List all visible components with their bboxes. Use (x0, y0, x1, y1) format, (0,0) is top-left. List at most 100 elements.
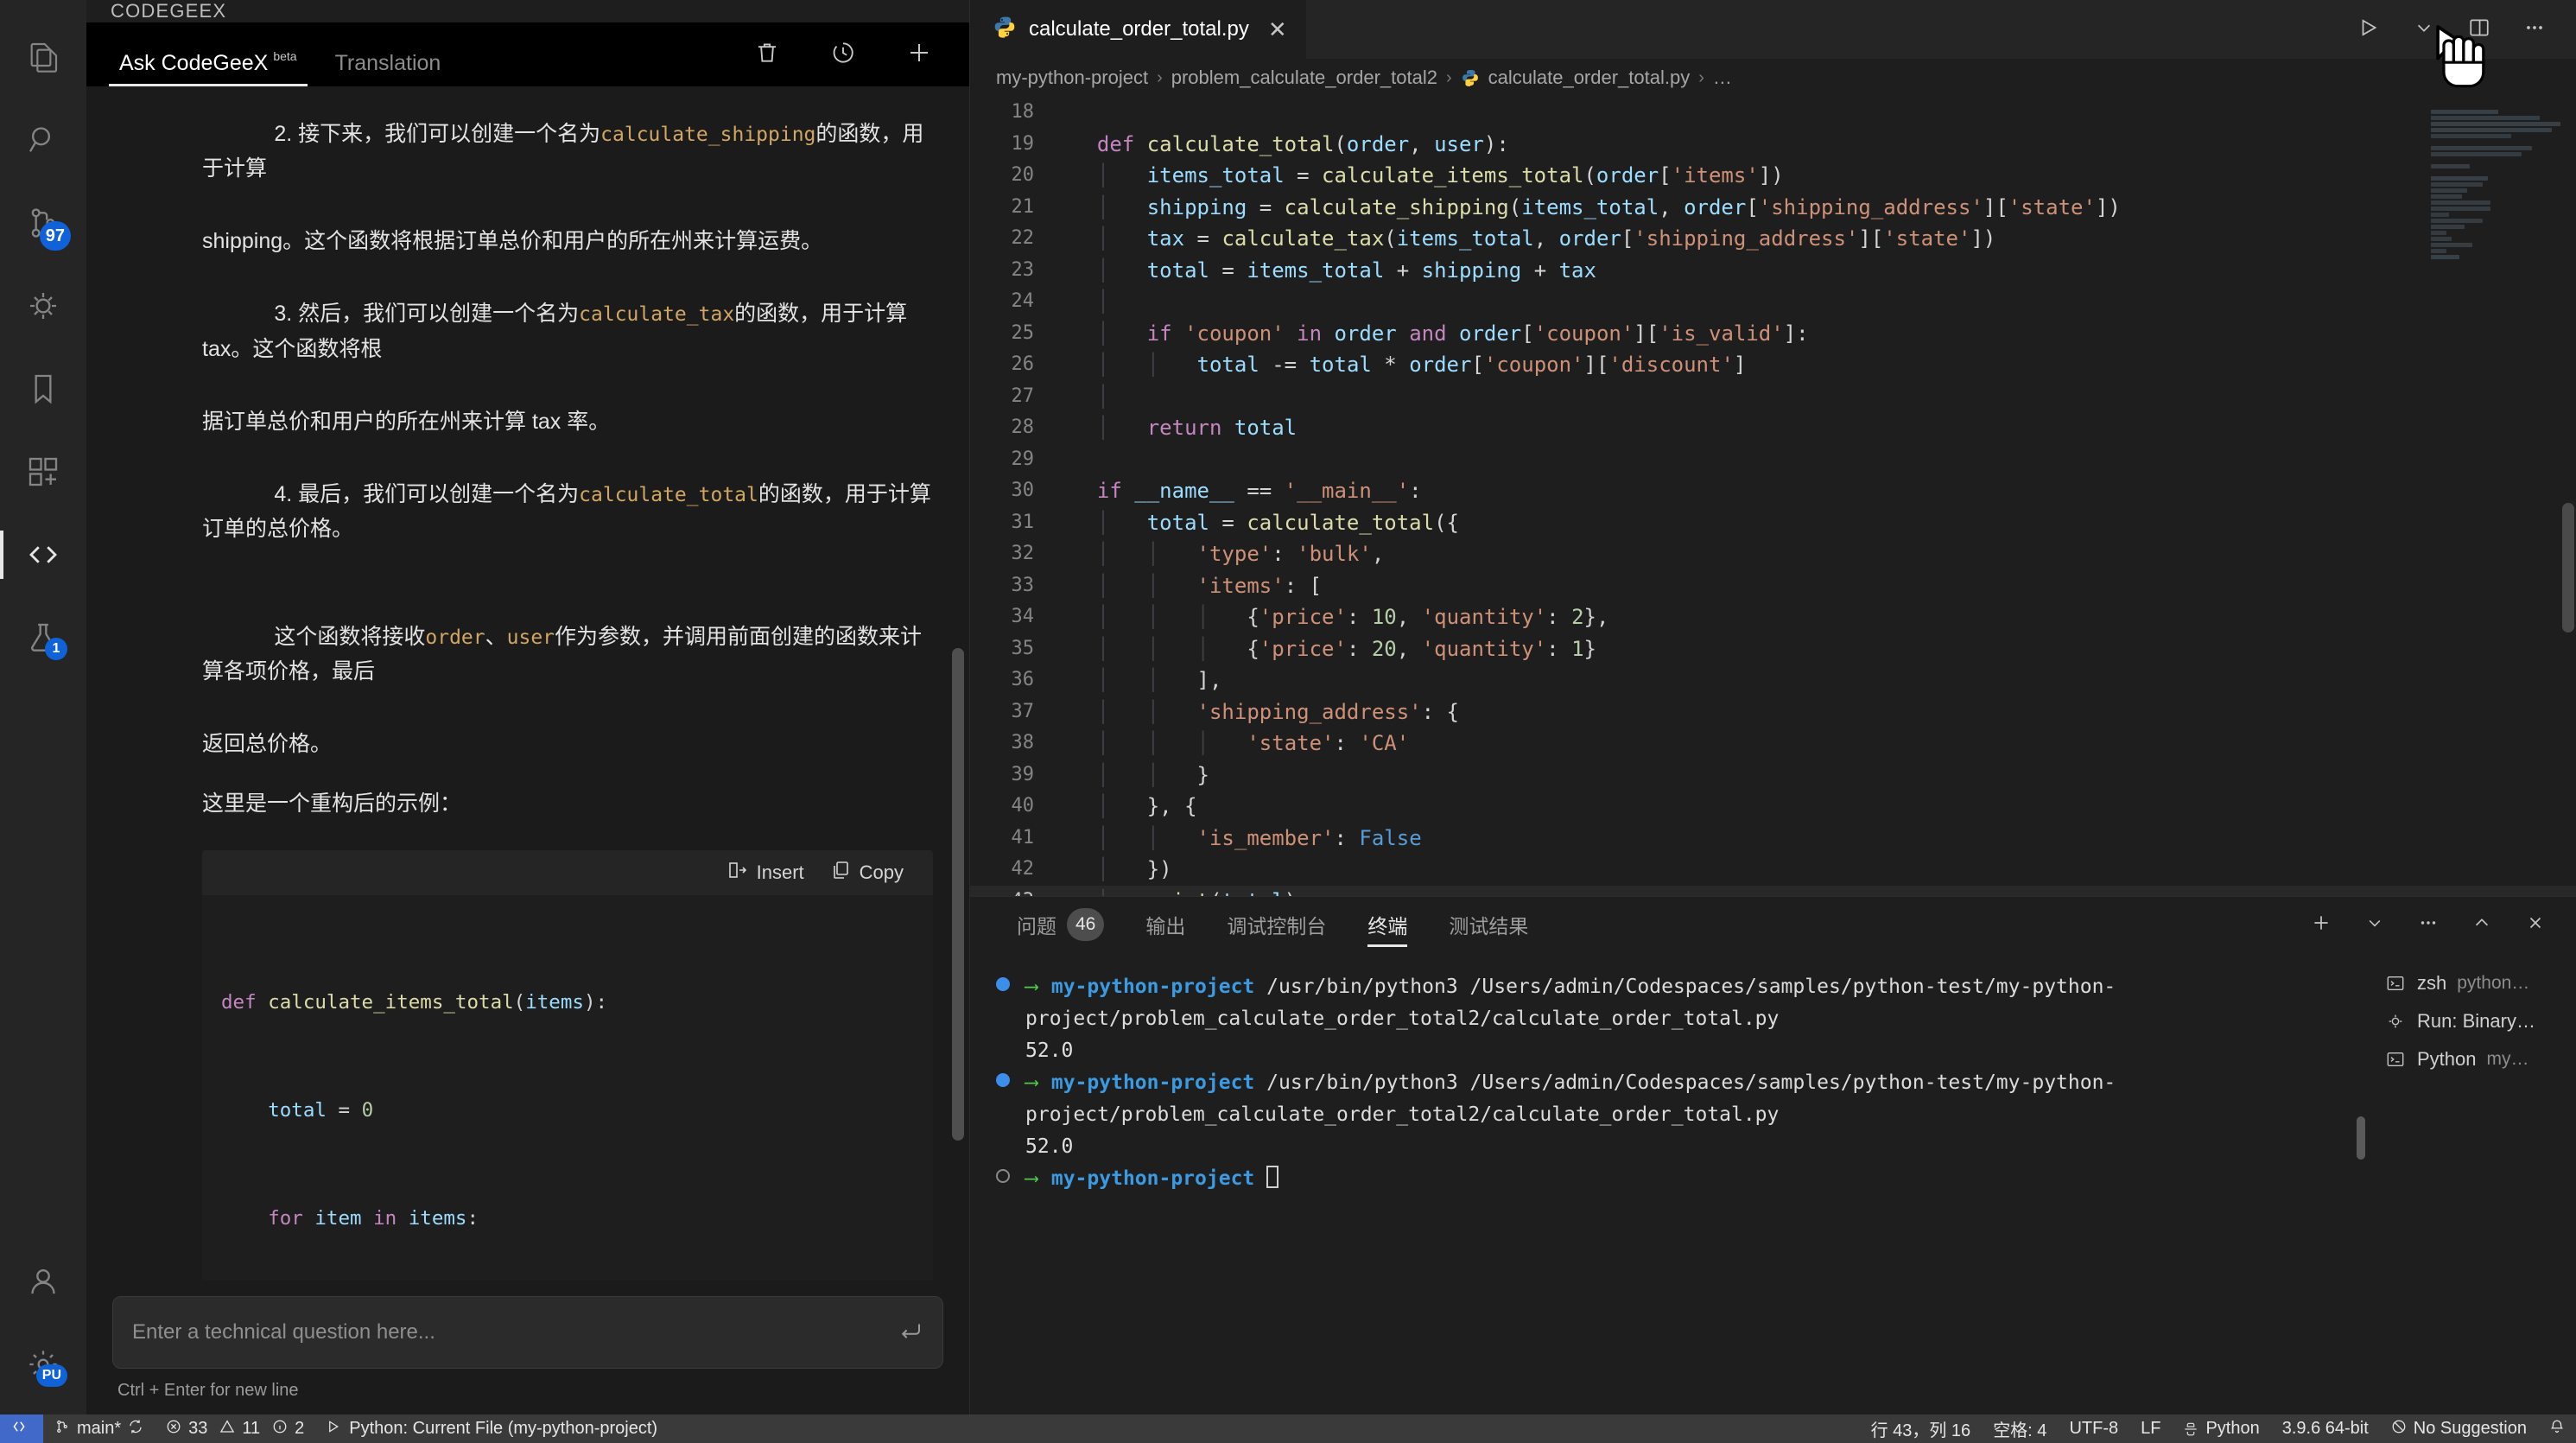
status-cursor-position[interactable]: 行 43，列 16 (1860, 1414, 1983, 1443)
status-problems-button[interactable]: 33 11 2 (155, 1414, 315, 1443)
ask-input-container[interactable]: Enter a technical question here... (112, 1296, 943, 1369)
tab-problems[interactable]: 问题 46 (996, 897, 1125, 952)
code-editor[interactable]: 18 19 def calculate_total(order, user): … (970, 97, 2576, 896)
sidebar-item-search[interactable] (0, 99, 86, 181)
minimap[interactable] (2431, 104, 2560, 289)
tab-output[interactable]: 输出 (1125, 897, 1206, 952)
chevron-down-icon (2366, 914, 2383, 936)
line-number: 28 (1011, 416, 1035, 438)
line-number: 19 (1011, 132, 1035, 155)
clear-conversation-button[interactable] (729, 22, 805, 86)
remote-indicator-button[interactable] (0, 1414, 43, 1443)
status-eol[interactable]: LF (2129, 1414, 2172, 1443)
status-python-interpreter[interactable]: 3.9.6 64-bit (2271, 1414, 2380, 1443)
more-actions-button[interactable] (2507, 0, 2562, 59)
code-line: 35 │ │ │ {'price': 20, 'quantity': 1} (970, 633, 2576, 665)
python-icon (1461, 68, 1480, 87)
insert-label: Insert (756, 861, 804, 883)
manage-settings-button[interactable]: PU (0, 1323, 86, 1406)
tab-debug-console[interactable]: 调试控制台 (1206, 897, 1347, 952)
tab-ask-codegeex[interactable]: Ask CodeGeeX beta (100, 50, 316, 86)
status-encoding[interactable]: UTF-8 (2058, 1414, 2129, 1443)
terminal-profile-dropdown[interactable] (2348, 897, 2402, 952)
code-line: 20 │ items_total = calculate_items_total… (970, 160, 2576, 192)
copy-code-button[interactable]: Copy (830, 860, 904, 886)
testing-badge: 1 (45, 638, 67, 660)
breadcrumb-item-folder[interactable]: problem_calculate_order_total2 (1171, 67, 1437, 89)
terminal-scrollbar[interactable] (2357, 1116, 2365, 1160)
tab-test-results[interactable]: 测试结果 (1428, 897, 1549, 952)
maximize-panel-button[interactable] (2455, 897, 2509, 952)
status-indentation[interactable]: 空格: 4 (1982, 1414, 2058, 1443)
terminal-output[interactable]: ⟶ my-python-project /usr/bin/python3 /Use… (970, 952, 2369, 1414)
status-run-config-button[interactable]: Python: Current File (my-python-project) (315, 1414, 669, 1443)
tab-terminal[interactable]: 终端 (1347, 897, 1428, 952)
line-number: 31 (1011, 511, 1035, 533)
status-notifications-button[interactable] (2538, 1414, 2576, 1443)
line-number: 41 (1011, 826, 1035, 849)
status-branch-button[interactable]: main* (43, 1414, 155, 1443)
new-terminal-button[interactable] (2294, 897, 2348, 952)
line-text: │ total = items_total + shipping + tax (1096, 257, 1596, 283)
line-number: 22 (1011, 227, 1035, 249)
terminal-prompt-active[interactable]: ⟶ my-python-project (994, 1163, 2344, 1195)
codeblock-code: def calculate_items_total(items): total … (202, 895, 933, 1281)
chat-messages-scroll[interactable]: 2. 接下来，我们可以创建一个名为calculate_shipping的函数，用… (86, 86, 969, 1281)
code-line: 26 │ │ total -= total * order['coupon'][… (970, 349, 2576, 381)
split-editor-button[interactable] (2452, 0, 2507, 59)
send-icon[interactable] (898, 1318, 923, 1348)
sidebar-item-source-control[interactable]: 97 (0, 181, 86, 264)
editor-tab-actions (2341, 0, 2576, 59)
editor-scrollbar[interactable] (2562, 503, 2574, 633)
run-python-file-button[interactable] (2341, 0, 2396, 59)
sidebar-item-run-and-debug[interactable] (0, 264, 86, 347)
chat-paragraph: 据订单总价和用户的所在州来计算 tax 率。 (202, 409, 611, 434)
history-button[interactable] (805, 22, 881, 86)
sidebar-item-testing[interactable]: 1 (0, 596, 86, 679)
terminal-list-item-python[interactable]: Python my… (2377, 1040, 2576, 1078)
line-number: 34 (1011, 606, 1035, 627)
remote-icon (11, 1419, 27, 1440)
command-status-dot (994, 1067, 1018, 1099)
line-text: │ │ total -= total * order['coupon']['di… (1096, 353, 1747, 377)
chat-scrollbar[interactable] (952, 648, 964, 1141)
line-number: 38 (1011, 732, 1035, 753)
breadcrumb-item-symbol[interactable]: … (1713, 67, 1732, 89)
sidebar-item-explorer[interactable] (0, 16, 86, 99)
status-no-suggestion[interactable]: No Suggestion (2380, 1414, 2538, 1443)
status-language-mode[interactable]: Python (2172, 1414, 2270, 1443)
terminal-cursor (1266, 1166, 1279, 1188)
terminal-list-item-run-binary[interactable]: Run: Binary… (2377, 1002, 2576, 1040)
terminal-icon (2384, 1050, 2407, 1069)
sidebar-item-codegeex[interactable] (0, 513, 86, 596)
run-dropdown-button[interactable] (2396, 0, 2452, 59)
breadcrumb-item-project[interactable]: my-python-project (996, 67, 1148, 89)
sidebar-item-extensions[interactable] (0, 430, 86, 513)
panel-more-actions-button[interactable] (2402, 897, 2455, 952)
settings-badge: PU (35, 1364, 67, 1387)
chat-paragraph: 4. 最后，我们可以创建一个名为calculate_total的函数，用于计算订… (202, 442, 933, 582)
codeblock-toolbar: Insert Copy (202, 850, 933, 895)
code-line: 38 │ │ │ 'state': 'CA' (970, 728, 2576, 760)
code-line: 24 │ (970, 286, 2576, 318)
insert-code-button[interactable]: Insert (727, 860, 804, 886)
editor-tab-calculate-order-total[interactable]: calculate_order_total.py ✕ (970, 0, 1307, 59)
breadcrumb-item-file[interactable]: calculate_order_total.py (1488, 67, 1691, 89)
line-text: │ │ ], (1096, 668, 1222, 692)
line-number: 43 (970, 886, 1053, 897)
terminal-list-item-zsh[interactable]: zsh python… (2377, 964, 2576, 1002)
accounts-button[interactable] (0, 1240, 86, 1323)
sidebar-item-bookmarks[interactable] (0, 347, 86, 430)
play-icon (2357, 16, 2380, 43)
close-icon[interactable]: ✕ (1268, 16, 1287, 43)
line-number: 32 (1011, 543, 1035, 564)
chat-paragraph: 3. 然后，我们可以创建一个名为calculate_tax的函数，用于计算 ta… (202, 262, 933, 402)
tab-translation[interactable]: Translation (316, 53, 460, 86)
new-conversation-button[interactable] (881, 22, 957, 86)
close-panel-button[interactable] (2509, 897, 2562, 952)
debug-icon (2384, 1012, 2407, 1031)
line-number: 40 (1011, 795, 1035, 817)
line-number: 37 (1011, 700, 1035, 722)
codegeex-icon (25, 537, 61, 573)
terminal-cwd: my-python-project (1050, 1071, 1255, 1094)
